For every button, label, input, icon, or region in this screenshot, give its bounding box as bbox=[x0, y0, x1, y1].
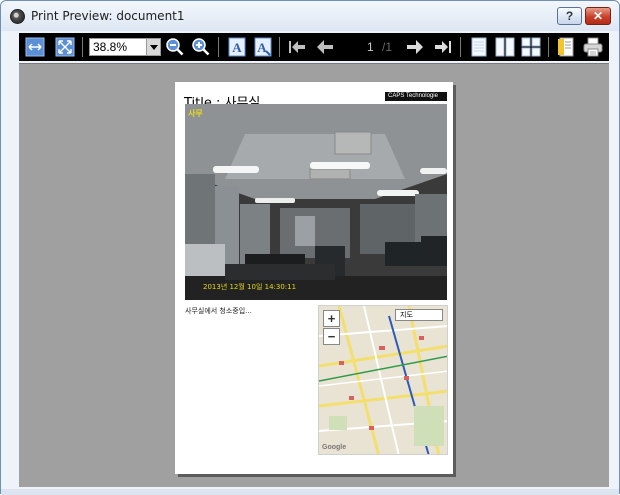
chevron-down-icon[interactable] bbox=[146, 39, 160, 55]
map-type-select[interactable]: 지도 bbox=[395, 309, 443, 321]
zoom-select[interactable]: 38.8% bbox=[89, 38, 161, 56]
preview-canvas[interactable]: Title : 사무실 CAPS Technologie bbox=[19, 63, 609, 487]
previous-page-icon[interactable] bbox=[315, 37, 335, 57]
print-icon[interactable] bbox=[583, 37, 603, 57]
preview-page: Title : 사무실 CAPS Technologie bbox=[175, 82, 453, 474]
map-view[interactable]: + − 지도 Google bbox=[318, 305, 448, 455]
toolbar-separator bbox=[279, 37, 280, 57]
zoom-out-icon[interactable] bbox=[165, 37, 185, 57]
last-page-icon[interactable] bbox=[433, 37, 453, 57]
toolbar-separator bbox=[460, 37, 461, 57]
close-button[interactable]: ✕ bbox=[585, 7, 611, 25]
font-color-icon[interactable]: A bbox=[253, 37, 273, 57]
page-setup-icon[interactable] bbox=[556, 37, 576, 57]
map-zoom-in-button[interactable]: + bbox=[323, 310, 340, 327]
status-bar bbox=[1, 489, 619, 495]
app-camera-icon bbox=[10, 9, 25, 24]
photo-label: 사무 bbox=[188, 108, 203, 118]
single-page-icon[interactable] bbox=[469, 37, 489, 57]
two-page-icon[interactable] bbox=[495, 37, 515, 57]
print-preview-window: Print Preview: document1 ? ✕ 38.8% A A 1… bbox=[0, 0, 620, 495]
fit-page-icon[interactable] bbox=[55, 37, 75, 57]
title-bar[interactable]: Print Preview: document1 ? ✕ bbox=[1, 1, 619, 31]
fit-width-icon[interactable] bbox=[25, 37, 45, 57]
toolbar-separator bbox=[218, 37, 219, 57]
zoom-value: 38.8% bbox=[93, 40, 128, 54]
window-title: Print Preview: document1 bbox=[31, 9, 185, 23]
current-page-number: 1 bbox=[367, 40, 374, 54]
first-page-icon[interactable] bbox=[287, 37, 307, 57]
font-icon[interactable]: A bbox=[227, 37, 247, 57]
font-label: A bbox=[232, 40, 242, 55]
toolbar-separator bbox=[548, 37, 549, 57]
photo-timestamp-overlay: 2013년 12월 10일 14:30:11 bbox=[203, 282, 296, 291]
page-caption: 사무실에서 청소중입... bbox=[185, 307, 252, 315]
preview-toolbar: 38.8% A A 1 /1 bbox=[19, 33, 609, 61]
font-color-label: A bbox=[257, 40, 267, 55]
next-page-icon[interactable] bbox=[405, 37, 425, 57]
camera-snapshot: 사무 2013년 12월 10일 14:30:11 bbox=[185, 104, 447, 300]
help-button[interactable]: ? bbox=[557, 7, 582, 25]
map-attribution: Google bbox=[322, 444, 347, 451]
map-zoom-out-button[interactable]: − bbox=[323, 328, 340, 345]
multi-page-icon[interactable] bbox=[521, 37, 541, 57]
company-logo: CAPS Technologie bbox=[385, 92, 447, 101]
total-pages: /1 bbox=[382, 40, 393, 54]
toolbar-separator bbox=[82, 37, 83, 57]
zoom-in-icon[interactable] bbox=[191, 37, 211, 57]
